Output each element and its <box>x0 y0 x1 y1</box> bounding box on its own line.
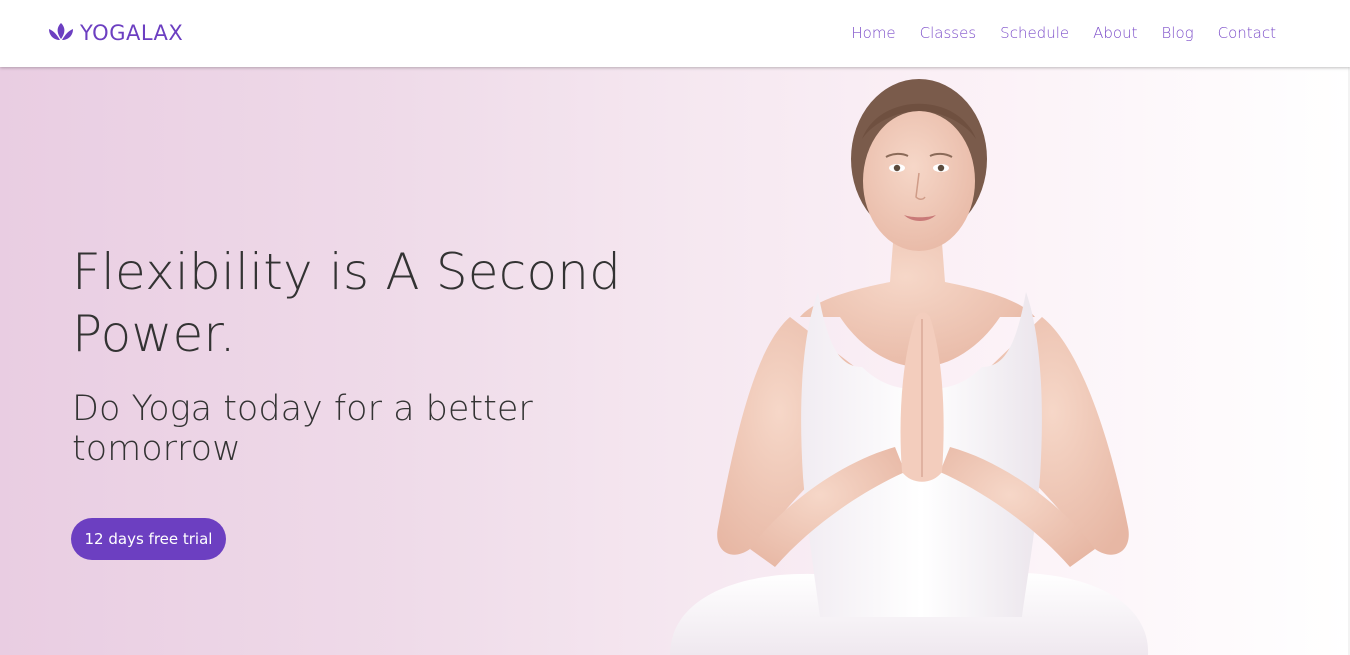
nav-link-blog[interactable]: Blog <box>1149 22 1205 44</box>
nav-item-contact: Contact <box>1206 22 1276 44</box>
nav-item-classes: Classes <box>908 22 989 44</box>
free-trial-button[interactable]: 12 days free trial <box>71 518 226 560</box>
hero-subheadline: Do Yoga today for a better tomorrow <box>72 389 533 469</box>
nav-link-home[interactable]: Home <box>839 22 907 44</box>
nav-item-schedule: Schedule <box>988 22 1081 44</box>
hero-section: Flexibility is A Second Power. Do Yoga t… <box>0 67 1350 655</box>
brand-name: YOGALAX <box>80 21 184 45</box>
nav-item-blog: Blog <box>1149 22 1205 44</box>
hero-model-image <box>670 79 1149 655</box>
nav-item-home: Home <box>839 22 907 44</box>
brand-logo-link[interactable]: YOGALAX <box>46 18 183 48</box>
nav-link-contact[interactable]: Contact <box>1206 22 1276 44</box>
nav-link-schedule[interactable]: Schedule <box>988 22 1081 44</box>
lotus-icon <box>46 20 76 46</box>
hero-headline: Flexibility is A Second Power. <box>72 243 622 363</box>
top-navbar: YOGALAX Home Classes Schedule About Blog… <box>0 0 1350 67</box>
nav-link-about[interactable]: About <box>1081 22 1149 44</box>
nav-item-about: About <box>1081 22 1149 44</box>
nav-link-classes[interactable]: Classes <box>908 22 989 44</box>
main-nav: Home Classes Schedule About Blog Contact <box>839 22 1276 44</box>
